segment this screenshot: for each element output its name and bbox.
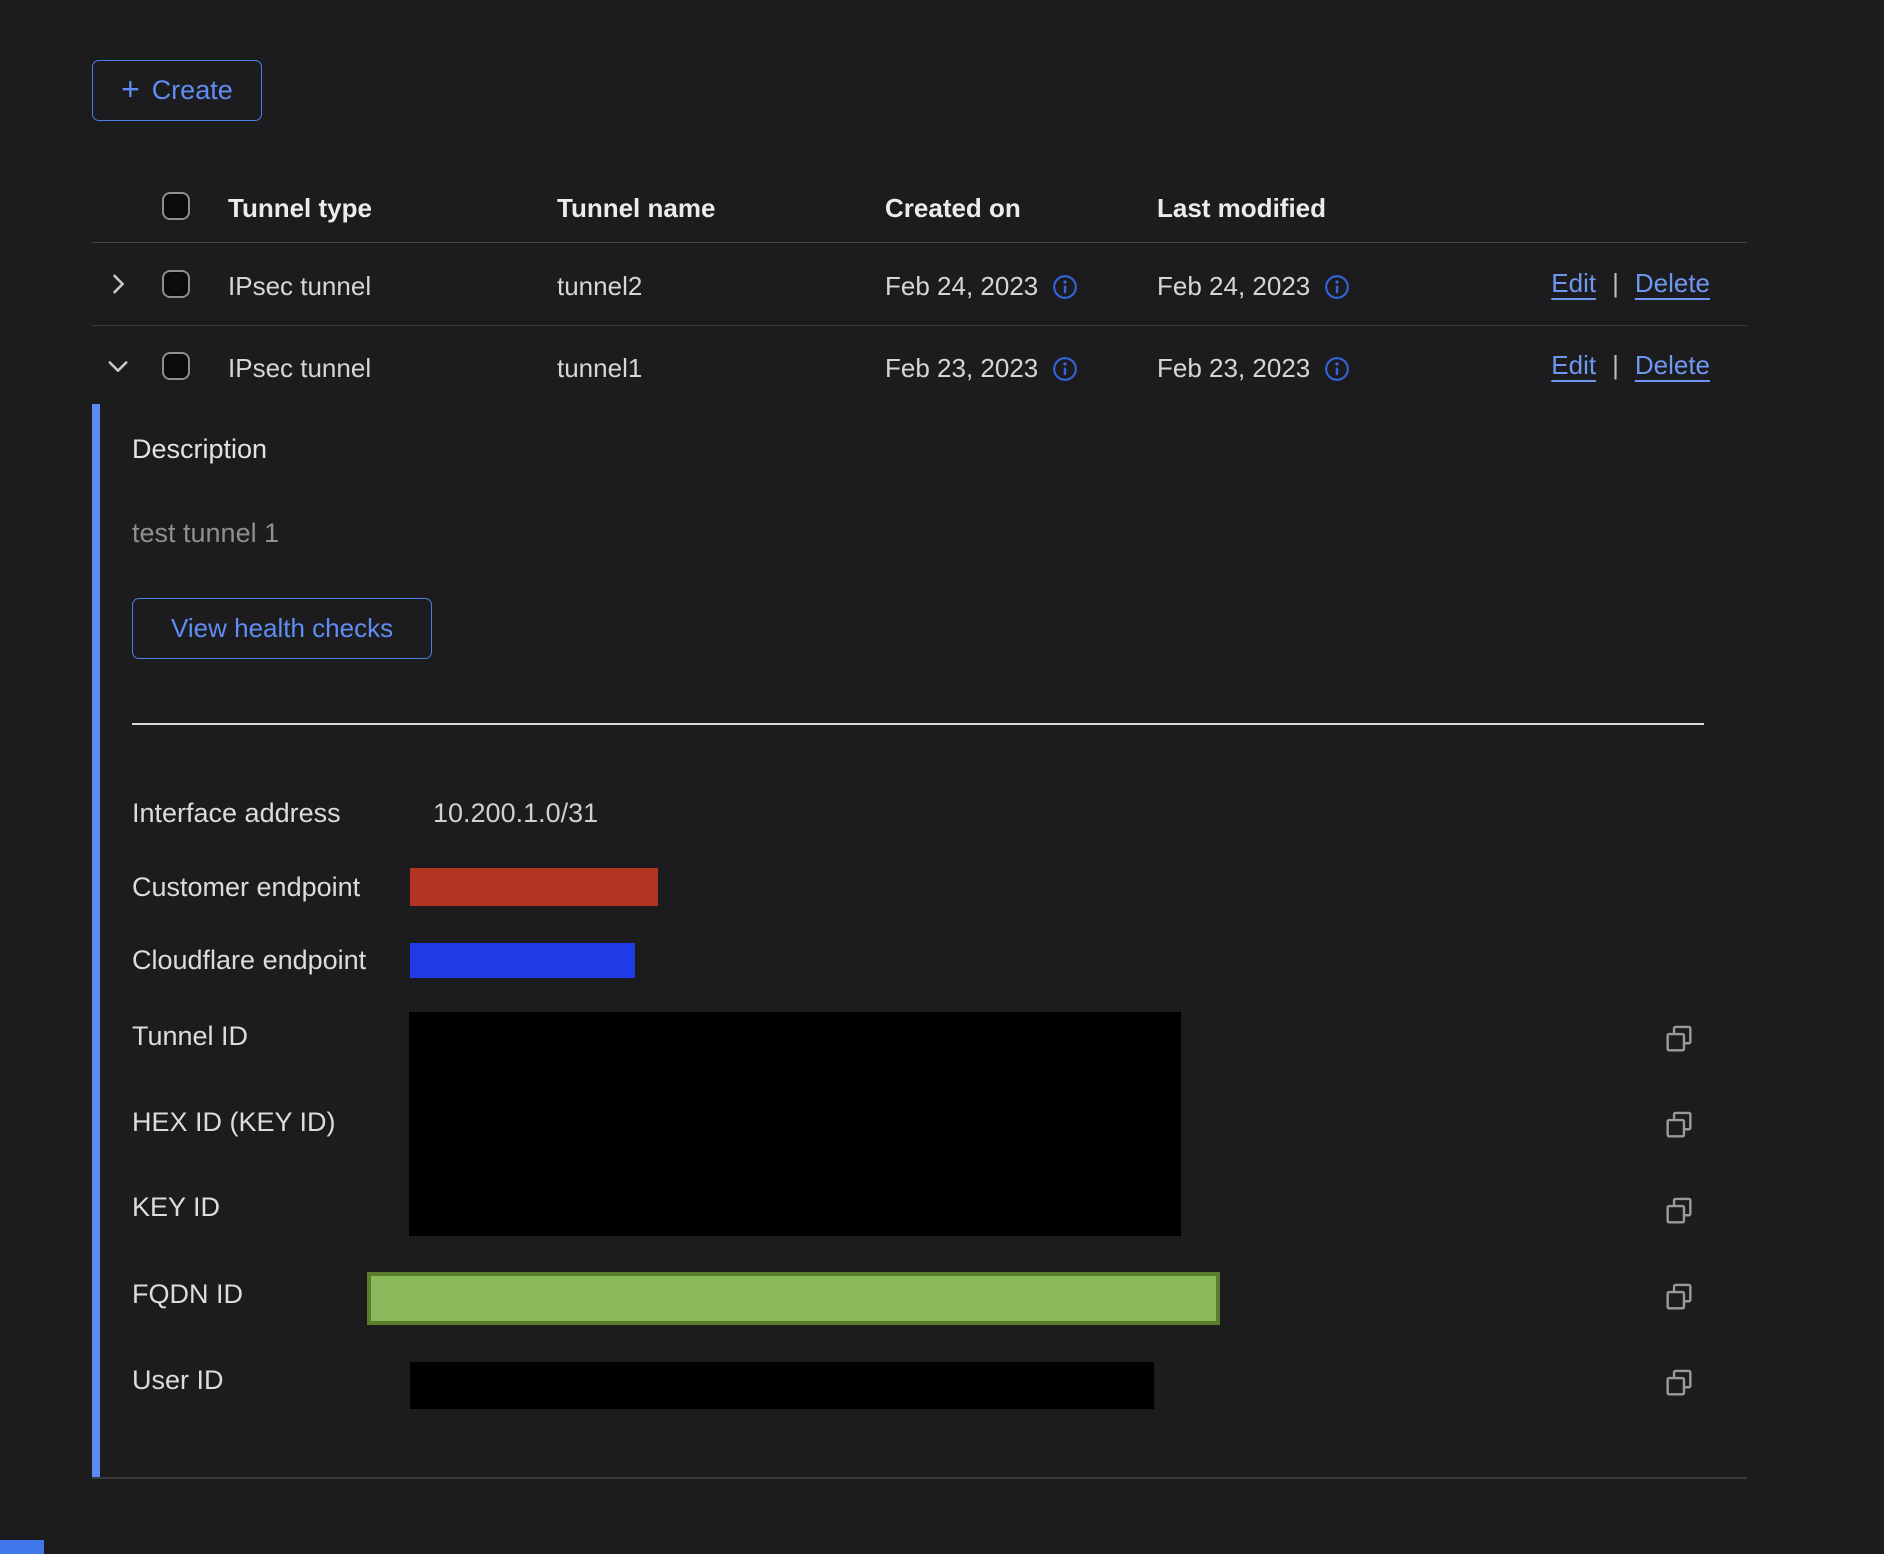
plus-icon: + bbox=[121, 73, 140, 105]
fqdn-id-redacted-value bbox=[367, 1272, 1220, 1325]
description-value: test tunnel 1 bbox=[132, 518, 279, 549]
edit-link[interactable]: Edit bbox=[1551, 268, 1596, 299]
delete-link[interactable]: Delete bbox=[1635, 268, 1710, 299]
tunnels-table: Tunnel type Tunnel name Created on Last … bbox=[92, 160, 1747, 410]
tunnel-name-cell: tunnel2 bbox=[557, 271, 642, 302]
delete-link[interactable]: Delete bbox=[1635, 350, 1710, 381]
cloudflare-endpoint-label: Cloudflare endpoint bbox=[132, 945, 366, 976]
description-heading: Description bbox=[132, 434, 267, 465]
tunnel-id-label: Tunnel ID bbox=[132, 1021, 248, 1052]
copy-icon bbox=[1662, 1366, 1696, 1400]
chevron-down-icon[interactable] bbox=[104, 352, 132, 380]
ids-redacted-value bbox=[409, 1012, 1181, 1236]
select-all-checkbox[interactable] bbox=[162, 192, 190, 220]
last-modified-cell: Feb 24, 2023 bbox=[1157, 271, 1350, 302]
column-header-created-on: Created on bbox=[885, 193, 1021, 224]
tunnel-type-cell: IPsec tunnel bbox=[228, 271, 371, 302]
chevron-right-icon[interactable] bbox=[104, 270, 132, 298]
panel-bottom-divider bbox=[92, 1477, 1747, 1479]
create-button[interactable]: + Create bbox=[92, 60, 262, 121]
copy-user-id-button[interactable] bbox=[1662, 1366, 1696, 1400]
bottom-edge-partial-element bbox=[0, 1540, 44, 1554]
column-header-last-modified: Last modified bbox=[1157, 193, 1326, 224]
select-row-checkbox[interactable] bbox=[162, 352, 190, 380]
row-actions: Edit | Delete bbox=[1551, 268, 1710, 299]
row-actions: Edit | Delete bbox=[1551, 350, 1710, 381]
header-divider bbox=[92, 242, 1747, 243]
action-separator: | bbox=[1612, 350, 1619, 381]
copy-icon bbox=[1662, 1280, 1696, 1314]
hex-id-label: HEX ID (KEY ID) bbox=[132, 1107, 336, 1138]
user-id-label: User ID bbox=[132, 1365, 224, 1396]
copy-tunnel-id-button[interactable] bbox=[1662, 1022, 1696, 1056]
info-icon[interactable] bbox=[1324, 356, 1350, 382]
created-on-cell: Feb 23, 2023 bbox=[885, 353, 1078, 384]
details-divider bbox=[132, 723, 1704, 725]
column-header-tunnel-name: Tunnel name bbox=[557, 193, 715, 224]
select-row-checkbox[interactable] bbox=[162, 270, 190, 298]
created-on-date: Feb 24, 2023 bbox=[885, 271, 1038, 302]
cloudflare-endpoint-redacted-value bbox=[410, 943, 635, 978]
tunnel-name-cell: tunnel1 bbox=[557, 353, 642, 384]
create-button-label: Create bbox=[152, 75, 233, 106]
interface-address-label: Interface address bbox=[132, 798, 341, 829]
user-id-redacted-value bbox=[410, 1362, 1154, 1409]
last-modified-cell: Feb 23, 2023 bbox=[1157, 353, 1350, 384]
created-on-date: Feb 23, 2023 bbox=[885, 353, 1038, 384]
fqdn-id-label: FQDN ID bbox=[132, 1279, 243, 1310]
customer-endpoint-label: Customer endpoint bbox=[132, 872, 360, 903]
copy-key-id-button[interactable] bbox=[1662, 1194, 1696, 1228]
info-icon[interactable] bbox=[1052, 356, 1078, 382]
column-header-tunnel-type: Tunnel type bbox=[228, 193, 372, 224]
edit-link[interactable]: Edit bbox=[1551, 350, 1596, 381]
last-modified-date: Feb 23, 2023 bbox=[1157, 353, 1310, 384]
customer-endpoint-redacted-value bbox=[410, 868, 658, 906]
key-id-label: KEY ID bbox=[132, 1192, 220, 1223]
copy-fqdn-id-button[interactable] bbox=[1662, 1280, 1696, 1314]
last-modified-date: Feb 24, 2023 bbox=[1157, 271, 1310, 302]
view-health-checks-button[interactable]: View health checks bbox=[132, 598, 432, 659]
action-separator: | bbox=[1612, 268, 1619, 299]
row-divider bbox=[92, 325, 1747, 326]
created-on-cell: Feb 24, 2023 bbox=[885, 271, 1078, 302]
copy-icon bbox=[1662, 1194, 1696, 1228]
expanded-row-accent-bar bbox=[92, 404, 100, 1478]
copy-hex-id-button[interactable] bbox=[1662, 1108, 1696, 1142]
tunnel-type-cell: IPsec tunnel bbox=[228, 353, 371, 384]
copy-icon bbox=[1662, 1108, 1696, 1142]
info-icon[interactable] bbox=[1052, 274, 1078, 300]
info-icon[interactable] bbox=[1324, 274, 1350, 300]
interface-address-value: 10.200.1.0/31 bbox=[433, 798, 598, 829]
copy-icon bbox=[1662, 1022, 1696, 1056]
